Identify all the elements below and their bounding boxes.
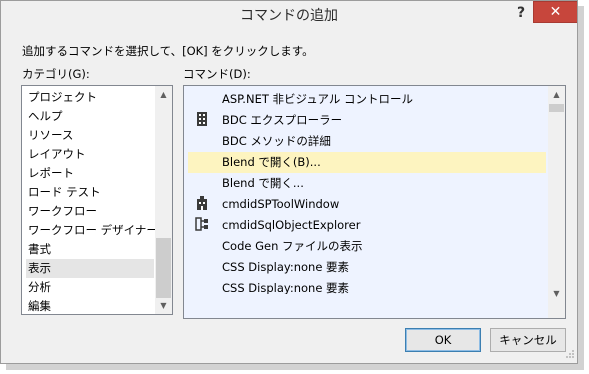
add-command-dialog: コマンドの追加 ? ✕ 追加するコマンドを選択して、[OK] をクリックします。…	[0, 0, 578, 364]
scrollbar-thumb[interactable]	[549, 104, 564, 112]
command-item[interactable]: CSS Display:none 要素	[188, 257, 546, 278]
category-list[interactable]: プロジェクト ヘルプ リソース レイアウト レポート ロード テスト ワークフロ…	[21, 85, 173, 315]
command-item-label: Blend で開く(B)...	[222, 155, 321, 169]
close-button[interactable]: ✕	[533, 1, 577, 23]
server-icon	[194, 112, 210, 128]
category-item[interactable]: ロード テスト	[26, 183, 154, 202]
category-item[interactable]: プロジェクト	[26, 88, 154, 107]
command-item-label: BDC メソッドの詳細	[222, 134, 331, 148]
category-item[interactable]: レポート	[26, 164, 154, 183]
command-item[interactable]: BDC エクスプローラー	[188, 110, 546, 131]
command-item-label: CSS Display:none 要素	[222, 260, 350, 274]
command-list[interactable]: ASP.NET 非ビジュアル コントロール BDC エクスプローラー BDC メ…	[183, 85, 566, 319]
sql-object-explorer-icon	[194, 217, 210, 233]
category-item[interactable]: 編集	[26, 297, 154, 314]
ok-button[interactable]: OK	[405, 328, 481, 352]
command-item[interactable]: Blend で開く...	[188, 173, 546, 194]
scrollbar-thumb[interactable]	[156, 238, 171, 298]
window-title: コマンドの追加	[240, 8, 338, 24]
command-label: コマンド(D):	[183, 67, 251, 81]
category-item-selected[interactable]: 表示	[26, 259, 154, 278]
command-item-label: Blend で開く...	[222, 176, 304, 190]
command-item[interactable]: CSS Display:none 要素	[188, 278, 546, 294]
instruction-text: 追加するコマンドを選択して、[OK] をクリックします。	[22, 44, 314, 58]
command-item-label: cmdidSPToolWindow	[222, 197, 340, 211]
command-item[interactable]: BDC メソッドの詳細	[188, 131, 546, 152]
command-item-label: BDC エクスプローラー	[222, 113, 343, 127]
help-button[interactable]: ?	[509, 2, 533, 24]
command-item-label: cmdidSqlObjectExplorer	[222, 218, 361, 232]
command-scrollbar[interactable]: ▲ ▼	[548, 86, 565, 318]
title-bar[interactable]: コマンドの追加 ? ✕	[1, 1, 577, 32]
command-item[interactable]: ASP.NET 非ビジュアル コントロール	[188, 89, 546, 110]
category-scrollbar[interactable]: ▲ ▼	[155, 86, 172, 314]
sharepoint-tool-icon	[194, 196, 210, 212]
command-item-label: CSS Display:none 要素	[222, 281, 350, 294]
cancel-button[interactable]: キャンセル	[490, 328, 566, 352]
command-item-label: Code Gen ファイルの表示	[222, 239, 363, 253]
command-item[interactable]: cmdidSqlObjectExplorer	[188, 215, 546, 236]
command-item[interactable]: Code Gen ファイルの表示	[188, 236, 546, 257]
scroll-up-arrow-icon[interactable]: ▲	[155, 86, 172, 103]
scroll-down-arrow-icon[interactable]: ▼	[155, 297, 172, 314]
command-item[interactable]: cmdidSPToolWindow	[188, 194, 546, 215]
category-item[interactable]: リソース	[26, 126, 154, 145]
category-item[interactable]: ワークフロー デザイナー	[26, 221, 158, 240]
category-item[interactable]: レイアウト	[26, 145, 154, 164]
scroll-down-arrow-icon[interactable]: ▼	[548, 285, 565, 302]
category-label: カテゴリ(G):	[22, 67, 90, 81]
category-item[interactable]: ワークフロー	[26, 202, 154, 221]
category-item[interactable]: 書式	[26, 240, 154, 259]
command-item-highlighted[interactable]: Blend で開く(B)...	[188, 152, 546, 173]
command-item-label: ASP.NET 非ビジュアル コントロール	[222, 92, 414, 106]
category-item[interactable]: 分析	[26, 278, 154, 297]
resize-grip-icon[interactable]	[564, 350, 576, 362]
category-item[interactable]: ヘルプ	[26, 107, 154, 126]
scroll-up-arrow-icon[interactable]: ▲	[548, 86, 565, 103]
